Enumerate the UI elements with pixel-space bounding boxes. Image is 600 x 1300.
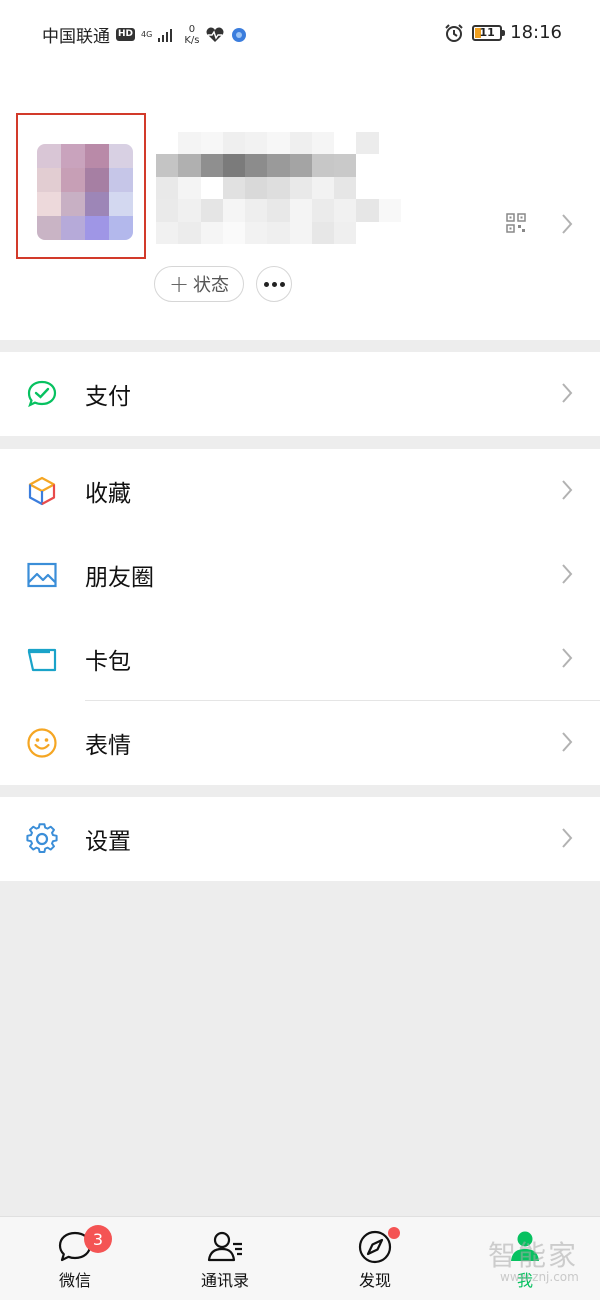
signal-icon [158,28,173,42]
menu-item-moments[interactable]: 朋友圈 [0,533,600,617]
speed-unit: K/s [184,34,200,46]
status-bar: 中国联通 HD 4G 0 K/s 11 18:16 [0,0,600,70]
tab-me[interactable]: 我 [450,1217,600,1300]
gear-icon [26,823,58,853]
tab-me-label: 我 [516,1271,533,1290]
chevron-right-icon [562,564,573,584]
tab-discover-label: 发现 [358,1271,391,1290]
alarm-icon [445,23,463,42]
cube-icon [28,476,56,506]
smiley-icon [27,728,57,758]
avatar[interactable] [37,144,133,240]
chevron-right-icon [562,383,573,403]
menu-item-collections[interactable]: 收藏 [0,449,600,533]
menu-item-pay[interactable]: 支付 [0,352,600,436]
chevron-right-icon [562,648,573,668]
tab-discover[interactable]: 发现 [300,1217,450,1300]
hd-icon: HD [116,28,136,41]
speed-value: 0 [188,23,196,35]
more-button[interactable] [256,266,292,302]
qr-code-icon[interactable] [506,213,526,233]
add-status-button[interactable]: + 状态 [154,266,244,302]
tab-chats[interactable]: 微信 3 [0,1217,150,1300]
wallet-check-icon [27,380,57,408]
profile-header[interactable]: + 状态 [0,70,600,340]
unread-badge: 3 [84,1225,112,1253]
menu-item-collections-label: 收藏 [85,481,131,507]
bottom-navigation: 微信 3 通讯录 发现 我 [0,1216,600,1300]
network-type-label: 4G [141,29,153,39]
nickname-blurred [156,132,401,244]
app-notification-icon [232,27,247,42]
chevron-right-icon [562,732,573,752]
chevron-right-icon[interactable] [560,213,574,235]
menu-item-pay-label: 支付 [85,384,131,410]
tab-contacts[interactable]: 通讯录 [150,1217,300,1300]
menu-item-stickers-label: 表情 [85,733,131,759]
status-bar-right: 11 18:16 [444,22,562,43]
contacts-icon [207,1231,242,1262]
tab-contacts-label: 通讯录 [200,1271,249,1290]
clock: 18:16 [510,22,562,43]
chevron-right-icon [562,828,573,848]
menu-item-settings[interactable]: 设置 [0,797,600,881]
menu-item-cards-label: 卡包 [85,649,131,675]
chevron-right-icon [562,480,573,500]
menu-item-moments-label: 朋友圈 [85,565,154,591]
heart-rate-icon [206,27,224,42]
status-bar-left: 中国联通 HD 4G 0 K/s [42,22,247,47]
plus-icon: + [168,270,190,298]
network-type: 4G [141,29,153,39]
menu-group-main: 收藏 朋友圈 卡包 表情 [0,449,600,785]
menu-item-settings-label: 设置 [85,829,131,855]
new-content-dot [388,1227,400,1239]
network-speed: 0 K/s [184,24,199,46]
status-button-label: 状态 [193,275,230,296]
tab-chats-label: 微信 [58,1271,91,1290]
carrier-name: 中国联通 [42,27,110,47]
picture-icon [27,562,57,588]
menu-item-cards[interactable]: 卡包 [0,617,600,701]
menu-group-pay: 支付 [0,352,600,436]
menu-item-stickers[interactable]: 表情 [0,701,600,785]
person-icon [511,1231,539,1261]
menu-group-settings: 设置 [0,797,600,881]
battery-level: 11 [479,25,495,39]
battery-icon: 11 [472,24,506,41]
card-wallet-icon [27,648,57,672]
avatar-highlight-frame [16,113,146,259]
